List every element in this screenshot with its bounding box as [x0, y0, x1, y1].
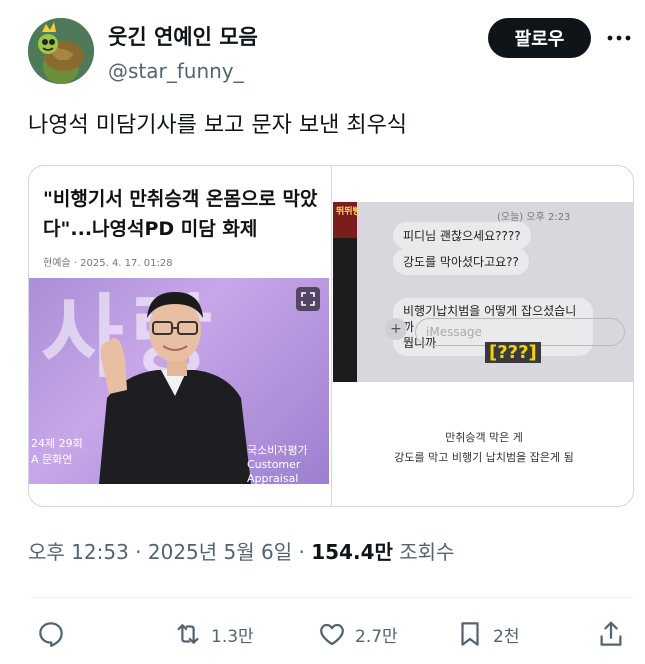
meta-separator: · — [298, 540, 312, 564]
plus-icon: + — [385, 318, 407, 340]
article-title: "비행기서 만취승객 온몸으로 막았다"...나영석PD 미담 화제 — [43, 188, 318, 240]
message-time: (오늘) 오후 2:23 — [497, 212, 571, 223]
bookmark-icon — [461, 622, 479, 646]
caption-line-2: 강도를 막고 비행기 납치범을 잡은게 됨 — [394, 451, 574, 464]
user-handle[interactable]: @star_funny_ — [108, 56, 258, 86]
phone-screen: (오늘) 오후 2:23 피디님 괜찮으세요???? 강도를 막아셨다고요?? … — [357, 202, 633, 382]
tweet-meta: 오후 12:53 · 2025년 5월 6일 · 154.4만 조회수 — [28, 537, 454, 567]
tweet-header: 웃긴 연예인 모음 @star_funny_ 팔로우 — [28, 18, 633, 88]
views-count: 154.4만 — [311, 540, 393, 564]
bookmark-button[interactable]: 2천 — [455, 614, 519, 654]
tweet-date[interactable]: 2025년 5월 6일 — [148, 540, 292, 564]
article-header: "비행기서 만취승객 온몸으로 막았다"...나영석PD 미담 화제 현예슬 ·… — [43, 184, 333, 269]
like-button[interactable]: 2.7만 — [317, 614, 398, 654]
retweet-count: 1.3만 — [211, 626, 254, 647]
divider — [28, 597, 633, 598]
avatar[interactable] — [28, 18, 94, 84]
photo-logo-right: 국소비자평가 Customer Appraisal — [247, 444, 308, 484]
share-button[interactable] — [596, 614, 626, 654]
meta-separator: · — [135, 540, 148, 564]
message-bubble: 피디님 괜찮으세요???? — [393, 222, 531, 249]
message-image[interactable]: 뛰뛰빵빵 (오늘) 오후 2:23 피디님 괜찮으세요???? 강도를 막아셨다… — [333, 166, 633, 506]
article-meta: 현예슬 · 2025. 4. 17. 01:28 — [43, 258, 173, 269]
more-icon[interactable] — [602, 24, 636, 52]
tweet-text: 나영석 미담기사를 보고 문자 보낸 최우식 — [28, 113, 408, 138]
tweet-time[interactable]: 오후 12:53 — [28, 540, 129, 564]
retweet-icon — [177, 624, 199, 644]
retweet-button[interactable]: 1.3만 — [173, 614, 254, 654]
expand-icon[interactable] — [296, 287, 320, 311]
photo-logo-left: 24제 29회 A 문화연 — [31, 437, 83, 466]
message-bubble: 강도를 막아셨다고요?? — [393, 248, 529, 275]
caption-line-1: 만취승객 막은 게 — [445, 431, 523, 444]
user-names: 웃긴 연예인 모음 @star_funny_ — [108, 22, 258, 86]
turtle-avatar-icon — [28, 18, 94, 84]
article-image[interactable]: "비행기서 만취승객 온몸으로 막았다"...나영석PD 미담 화제 현예슬 ·… — [29, 166, 333, 506]
views-label: 조회수 — [399, 540, 455, 564]
question-overlay: [???] — [485, 342, 541, 363]
reply-icon — [39, 622, 63, 647]
action-bar: 1.3만 2.7만 2천 — [28, 614, 633, 654]
heart-icon — [320, 623, 344, 646]
share-icon — [600, 621, 622, 646]
reply-button[interactable] — [36, 614, 66, 654]
follow-button[interactable]: 팔로우 — [488, 18, 591, 58]
media-card[interactable]: "비행기서 만취승객 온몸으로 막았다"...나영석PD 미담 화제 현예슬 ·… — [28, 165, 634, 507]
phone-screenshot: 뛰뛰빵빵 (오늘) 오후 2:23 피디님 괜찮으세요???? 강도를 막아셨다… — [333, 202, 633, 382]
article-photo: 사랑 24제 29회 A 문화연 국소비자평가 Customer Apprais… — [29, 278, 329, 484]
bookmark-count: 2천 — [493, 626, 520, 647]
like-count: 2.7만 — [355, 626, 398, 647]
image-caption: 만취승객 막은 게 강도를 막고 비행기 납치범을 잡은게 됨 — [333, 428, 633, 468]
display-name[interactable]: 웃긴 연예인 모음 — [108, 22, 258, 52]
